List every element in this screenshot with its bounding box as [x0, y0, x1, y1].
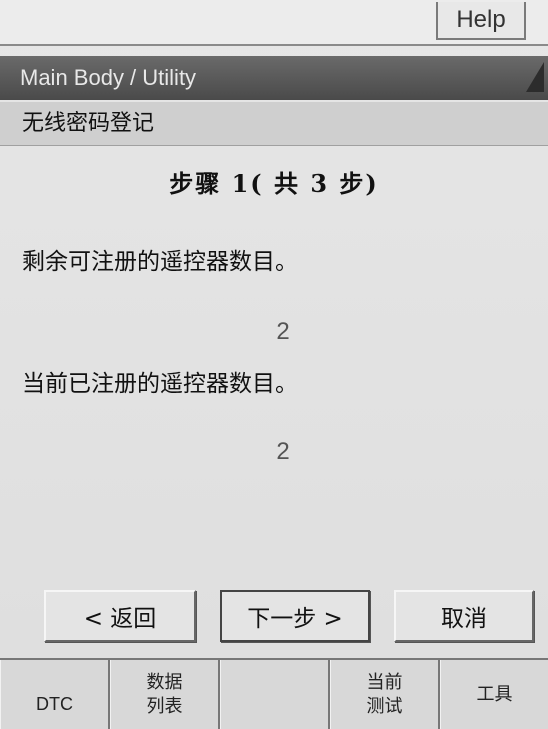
- remaining-count-label: 剩余可注册的遥控器数目。: [22, 249, 298, 275]
- registered-count-value: 2: [276, 438, 290, 465]
- cancel-button[interactable]: 取消: [394, 590, 534, 642]
- blank-toolbar-button[interactable]: [220, 660, 330, 729]
- tools-label: 工具: [476, 683, 513, 705]
- tools-button[interactable]: 工具: [440, 660, 548, 729]
- current-test-button[interactable]: 当前 测试: [330, 660, 440, 729]
- page-subtitle: 无线密码登记: [0, 102, 548, 146]
- current-test-label-line2: 测试: [366, 695, 403, 717]
- remaining-count-value: 2: [276, 318, 290, 345]
- window-title-bar: Main Body / Utility: [0, 56, 548, 100]
- dtc-button[interactable]: DTC: [0, 660, 110, 729]
- current-test-label-line1: 当前: [366, 671, 403, 693]
- data-list-label-line2: 列表: [146, 695, 183, 717]
- back-button[interactable]: < 返回: [44, 590, 196, 642]
- bottom-toolbar: DTC 数据 列表 当前 测试 工具: [0, 658, 548, 729]
- next-button[interactable]: 下一步 >: [220, 590, 370, 642]
- data-list-label-line1: 数据: [146, 671, 183, 693]
- window-title: Main Body / Utility: [20, 65, 197, 90]
- dtc-label: DTC: [36, 693, 73, 714]
- resize-corner-icon: [526, 62, 544, 92]
- screen: Help Main Body / Utility 无线密码登记 步骤 1( 共 …: [0, 0, 548, 729]
- step-indicator: 步骤 1( 共 3 步): [169, 169, 379, 198]
- menu-bar: Help: [0, 0, 548, 46]
- help-menu-button[interactable]: Help: [436, 2, 526, 40]
- data-list-button[interactable]: 数据 列表: [110, 660, 220, 729]
- registered-count-label: 当前已注册的遥控器数目。: [22, 371, 298, 397]
